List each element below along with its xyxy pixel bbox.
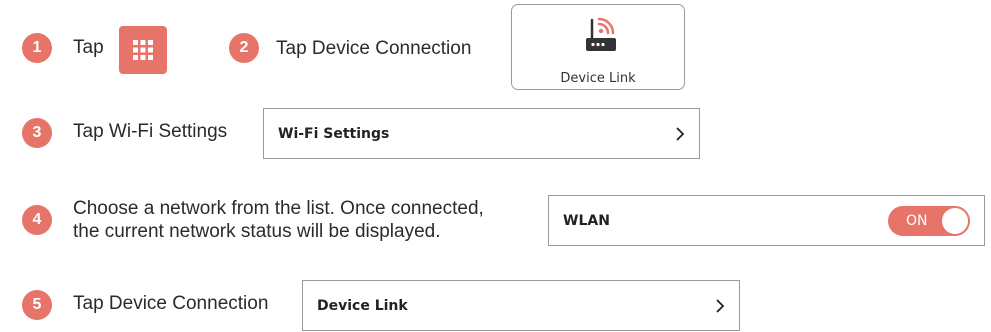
step-1-text: Tap <box>73 37 104 58</box>
step-5-text: Tap Device Connection <box>73 293 269 314</box>
wlan-row: WLAN ON <box>548 195 985 246</box>
chevron-right-icon <box>675 126 685 142</box>
step-2-text: Tap Device Connection <box>276 38 472 59</box>
router-wifi-icon <box>586 17 616 51</box>
wlan-label: WLAN <box>563 212 610 229</box>
chevron-right-icon <box>715 298 725 314</box>
wifi-settings-row[interactable]: Wi-Fi Settings <box>263 108 700 159</box>
wifi-settings-label: Wi-Fi Settings <box>278 125 390 142</box>
apps-grid-icon <box>133 40 153 60</box>
step-number-1: 1 <box>22 33 52 63</box>
step-number-4: 4 <box>22 205 52 235</box>
step-4-text-line2: the current network status will be displ… <box>73 221 441 242</box>
wlan-toggle[interactable]: ON <box>888 205 970 236</box>
apps-button[interactable] <box>119 26 167 74</box>
device-link-row-label: Device Link <box>317 297 408 314</box>
step-number-5: 5 <box>22 290 52 320</box>
device-link-row[interactable]: Device Link <box>302 280 740 331</box>
step-3-text: Tap Wi-Fi Settings <box>73 121 228 142</box>
wlan-toggle-label: ON <box>906 212 928 229</box>
device-link-card[interactable]: Device Link <box>511 4 685 90</box>
toggle-knob <box>942 207 968 234</box>
step-4-text-line1: Choose a network from the list. Once con… <box>73 198 484 219</box>
device-link-card-label: Device Link <box>560 71 636 86</box>
step-number-3: 3 <box>22 118 52 148</box>
step-number-2: 2 <box>229 33 259 63</box>
